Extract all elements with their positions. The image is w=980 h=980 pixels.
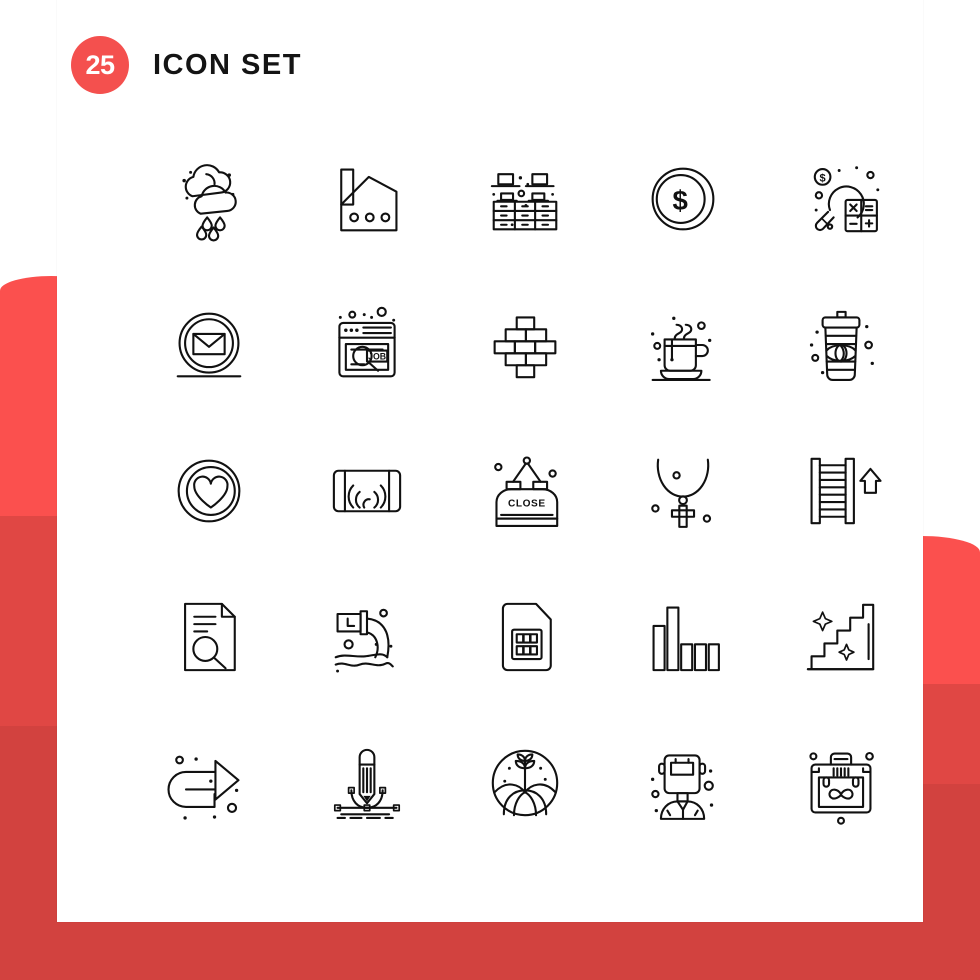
job-search-icon: JOB <box>321 299 413 391</box>
redo-arrow-icon <box>163 737 255 820</box>
svg-text:$: $ <box>673 185 688 216</box>
icon-cell-agriculture[interactable] <box>446 710 604 856</box>
icon-sheet-card: 25 Icon Set <box>57 0 923 922</box>
water-pollution-icon <box>321 591 413 673</box>
stairs-sparkle-icon <box>795 591 887 683</box>
icon-cell-stairs-sparkle[interactable] <box>762 564 920 710</box>
icon-cell-factory[interactable] <box>288 126 446 272</box>
pencil-curve-icon <box>321 737 413 829</box>
document-search-icon <box>163 591 255 683</box>
email-circle-icon <box>163 299 255 391</box>
brick-wall-icon <box>479 299 571 391</box>
svg-text:CLOSE: CLOSE <box>508 499 546 510</box>
mustache-briefcase-icon <box>795 737 887 829</box>
welder-icon <box>650 737 729 829</box>
takeaway-coffee-icon <box>809 299 874 391</box>
icon-cell-necklace[interactable] <box>604 418 762 564</box>
icon-cell-escalator[interactable] <box>762 418 920 564</box>
svg-text:JOB: JOB <box>368 351 386 361</box>
speaker-icon <box>321 445 413 537</box>
budget-calculator-icon: $ <box>795 166 880 245</box>
icon-cell-coffee-cup[interactable] <box>604 272 762 418</box>
icon-cell-dollar-coin[interactable]: $ <box>604 126 762 272</box>
icon-cell-sim-card[interactable] <box>446 564 604 710</box>
icon-cell-water-pollution[interactable] <box>288 564 446 710</box>
icon-cell-heart-circle[interactable] <box>130 418 288 564</box>
close-sign-icon: CLOSE <box>479 445 571 537</box>
icon-cell-speaker[interactable] <box>288 418 446 564</box>
factory-icon <box>321 153 413 245</box>
icon-cell-document-search[interactable] <box>130 564 288 710</box>
header: 25 Icon Set <box>57 30 923 100</box>
icon-count-badge: 25 <box>71 36 129 94</box>
icon-cell-office-desk[interactable] <box>446 126 604 272</box>
icon-grid: $ $ JOB CLOSE <box>130 126 920 856</box>
bottom-red-band <box>0 920 980 980</box>
necklace-icon <box>637 445 729 537</box>
heart-circle-icon <box>163 445 255 537</box>
agriculture-icon <box>479 737 571 829</box>
icon-cell-budget-calculator[interactable]: $ <box>762 126 920 272</box>
coffee-cup-icon <box>650 316 712 391</box>
icon-cell-bar-chart[interactable] <box>604 564 762 710</box>
icon-cell-takeaway-coffee[interactable] <box>762 272 920 418</box>
icon-cell-brick-wall[interactable] <box>446 272 604 418</box>
dollar-coin-icon: $ <box>637 153 729 245</box>
office-desk-icon <box>479 153 571 245</box>
icon-cell-mustache-briefcase[interactable] <box>762 710 920 856</box>
rain-cloud-icon <box>182 153 255 245</box>
icon-cell-rain-cloud[interactable] <box>130 126 288 272</box>
icon-cell-email-circle[interactable] <box>130 272 288 418</box>
icon-cell-welder[interactable] <box>604 710 762 856</box>
icon-set-poster: 25 Icon Set <box>0 0 980 980</box>
sim-card-icon <box>479 591 571 683</box>
escalator-icon <box>795 445 887 537</box>
icon-cell-close-sign[interactable]: CLOSE <box>446 418 604 564</box>
bar-chart-icon <box>637 591 729 683</box>
icon-cell-redo-arrow[interactable] <box>130 710 288 856</box>
svg-text:$: $ <box>820 173 826 185</box>
icon-cell-job-search[interactable]: JOB <box>288 272 446 418</box>
icon-cell-pencil-curve[interactable] <box>288 710 446 856</box>
page-title: Icon Set <box>153 48 302 81</box>
